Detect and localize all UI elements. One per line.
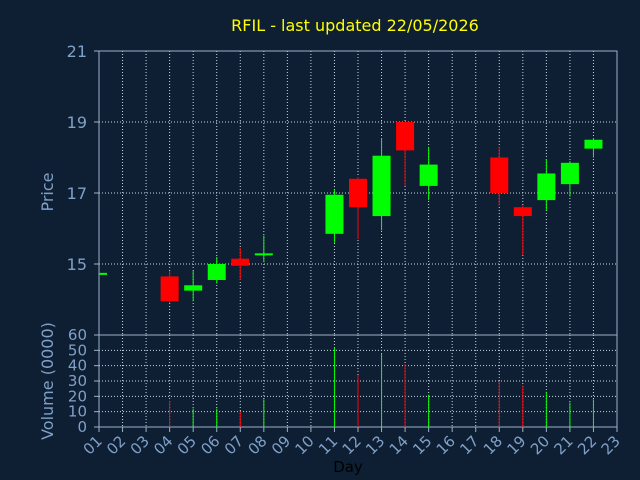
x-tick-label: 14: [386, 432, 412, 458]
x-tick-label: 08: [244, 432, 270, 458]
price-tick-label: 17: [67, 184, 87, 203]
x-axis-label: Day: [333, 458, 363, 476]
x-tick-label: 03: [127, 432, 153, 458]
candle-body: [513, 207, 532, 217]
price-tick-label: 15: [67, 255, 87, 274]
volume-tick-label: 50: [68, 341, 87, 359]
x-tick-label: 09: [268, 432, 294, 458]
candle-body: [396, 122, 415, 151]
price-tick-label: 21: [67, 42, 87, 61]
x-tick-label: 15: [409, 432, 435, 458]
x-tick-label: 04: [150, 432, 176, 458]
price-tick-label: 19: [67, 113, 87, 132]
volume-tick-label: 60: [68, 326, 87, 344]
x-tick-label: 10: [292, 432, 318, 458]
x-tick-label: 01: [80, 432, 106, 458]
stock-chart: RFIL - last updated 22/05/2026 15171921 …: [38, 16, 624, 476]
candle-body: [490, 157, 509, 193]
x-tick-label: 06: [197, 432, 223, 458]
candle-body: [207, 264, 226, 280]
x-tick-label: 23: [598, 432, 624, 458]
candle-body: [231, 258, 250, 266]
candle-body: [372, 155, 391, 217]
x-tick-label: 22: [574, 432, 600, 458]
price-axis-label: Price: [38, 172, 57, 211]
x-axis: 0102030405060708091011121314151617181920…: [80, 427, 624, 458]
candle-body: [349, 178, 367, 208]
candle-body: [537, 173, 556, 201]
chart-title: RFIL - last updated 22/05/2026: [231, 16, 479, 35]
x-tick-label: 07: [221, 432, 247, 458]
candle-body: [560, 162, 579, 185]
volume-axis-label: Volume (0000): [38, 322, 57, 440]
x-tick-label: 20: [527, 432, 553, 458]
candle-body: [99, 272, 107, 275]
candle-body: [254, 253, 273, 256]
x-tick-label: 12: [339, 432, 365, 458]
volume-tick-label: 0: [77, 418, 87, 436]
candle-body: [419, 164, 438, 186]
candle-body: [325, 194, 344, 234]
x-tick-label: 19: [503, 432, 529, 458]
x-tick-label: 16: [433, 432, 459, 458]
x-tick-label: 05: [174, 432, 200, 458]
volume-tick-label: 30: [68, 372, 87, 390]
volume-tick-label: 10: [68, 403, 87, 421]
candle-body: [584, 139, 603, 149]
x-tick-label: 13: [362, 432, 388, 458]
x-tick-label: 21: [551, 432, 577, 458]
x-tick-label: 18: [480, 432, 506, 458]
volume-tick-label: 20: [68, 387, 87, 405]
candle-body: [184, 285, 203, 291]
volume-panel: 0102030405060: [68, 326, 618, 436]
x-tick-label: 17: [456, 432, 482, 458]
candle-body: [160, 276, 179, 302]
price-panel: 15 17 19 21: [67, 42, 618, 336]
volume-tick-label: 40: [68, 357, 87, 375]
x-tick-label: 11: [315, 432, 341, 458]
x-tick-label: 02: [103, 432, 129, 458]
